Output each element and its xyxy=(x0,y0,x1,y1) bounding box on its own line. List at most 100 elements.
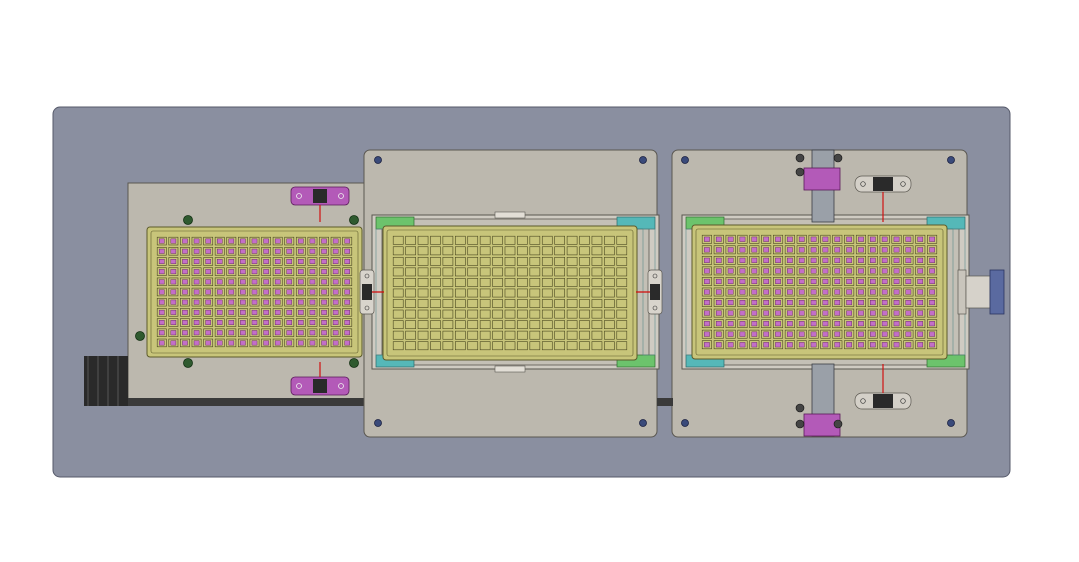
tray-cell-part xyxy=(858,247,864,253)
tray-cell-part xyxy=(309,289,316,295)
tray-cell-part xyxy=(182,238,188,244)
tray-cell xyxy=(492,288,503,298)
tray-cell xyxy=(417,278,429,287)
tray-cell-part xyxy=(704,236,710,242)
tray-cell xyxy=(579,288,590,298)
tray-cell xyxy=(430,267,441,277)
tray-cell-part xyxy=(263,289,269,295)
tray-cell-part xyxy=(917,300,924,306)
tray-cell-part xyxy=(251,330,258,336)
connector-bar xyxy=(657,398,673,406)
tray-cell-part xyxy=(205,299,211,305)
tray-cell-part xyxy=(321,299,327,305)
tray-cell-part xyxy=(763,342,769,348)
tray-cell-part xyxy=(810,321,817,327)
tray-cell-part xyxy=(810,342,817,348)
tray-cell-part xyxy=(332,309,339,315)
tray-cell-part xyxy=(240,289,246,295)
tray-cell xyxy=(479,299,491,308)
tray-cell-part xyxy=(798,289,805,295)
tray-cell-part xyxy=(834,321,841,327)
tray-cell-part xyxy=(787,300,793,306)
tray-cell-part xyxy=(775,247,781,253)
tray-cell-part xyxy=(205,289,211,295)
tray-cell-part xyxy=(881,331,888,337)
tray-cell-part xyxy=(881,321,888,327)
tray-cell-part xyxy=(344,340,350,346)
tray-cell-part xyxy=(298,320,304,325)
tray-cell-part xyxy=(775,257,781,263)
tray-cell xyxy=(430,299,441,308)
tray-cell-part xyxy=(159,259,165,264)
tray-cell-part xyxy=(263,340,269,346)
tray-cell xyxy=(591,246,603,256)
tray-cell-part xyxy=(193,289,200,295)
clip-center xyxy=(313,379,327,393)
tray-cell-part xyxy=(344,279,350,285)
tray-cell xyxy=(591,320,603,330)
tray-cell xyxy=(479,267,491,277)
tray-cell xyxy=(517,246,528,256)
screw-icon xyxy=(795,153,805,163)
tray-cell-part xyxy=(775,321,781,327)
tray-cell-part xyxy=(309,259,316,264)
tray-cell-part xyxy=(739,300,746,306)
tray-cell-part xyxy=(763,300,769,306)
tray-cell-part xyxy=(893,268,900,274)
tray-cell xyxy=(417,267,429,277)
tray-cell xyxy=(616,256,628,266)
bolt-icon xyxy=(639,156,647,164)
tray-cell-part xyxy=(205,309,211,315)
tray-cell-part xyxy=(787,342,793,348)
tray-cell-part xyxy=(274,320,281,325)
tray-cell-part xyxy=(170,238,177,244)
tray-cell-part xyxy=(286,289,293,295)
tray-cell xyxy=(504,267,516,277)
cad-drawing-svg xyxy=(52,106,1011,478)
tray-cell xyxy=(579,309,590,319)
tray-cell-part xyxy=(344,309,350,315)
clip-center xyxy=(313,189,327,203)
tray-cell-part xyxy=(286,299,293,305)
tray-cell-part xyxy=(170,259,177,264)
screw-icon xyxy=(833,153,843,163)
tray-cell-part xyxy=(798,342,805,348)
tray-cell-part xyxy=(834,331,841,337)
tray-cell-part xyxy=(298,299,304,305)
tray-cell-part xyxy=(917,278,924,284)
tray-cell xyxy=(467,320,479,330)
tray-cell-part xyxy=(751,236,758,242)
tray-cell xyxy=(442,278,454,287)
tray-cell xyxy=(517,278,528,287)
tray-cell xyxy=(405,309,416,319)
screw-icon xyxy=(833,419,843,429)
tray-cell xyxy=(604,330,615,340)
tray-cell-part xyxy=(715,268,722,274)
tray-cell xyxy=(467,235,479,245)
tray-cell-part xyxy=(216,279,223,285)
tray-cell-part xyxy=(858,257,864,263)
tray-cell-part xyxy=(309,299,316,305)
tray-cell-part xyxy=(286,309,293,315)
tray-cell-part xyxy=(298,279,304,285)
post-icon xyxy=(349,215,359,225)
tray-cell-part xyxy=(798,331,805,337)
tray-cell xyxy=(455,235,466,245)
tray-cell xyxy=(529,330,541,340)
tray-cell xyxy=(529,278,541,287)
tray-cell xyxy=(455,309,466,319)
tray-cell-part xyxy=(787,310,793,316)
tray-cell-part xyxy=(715,300,722,306)
tray-cell xyxy=(467,246,479,256)
tray-cell-part xyxy=(216,269,223,275)
bolt-icon xyxy=(947,156,955,164)
tray-cell xyxy=(417,341,429,351)
tray-cell xyxy=(554,256,565,266)
tray-cell-part xyxy=(193,340,200,346)
tray-cell-part xyxy=(240,309,246,315)
tray-cell xyxy=(504,341,516,351)
tray-cell-part xyxy=(321,320,327,325)
tray-cell xyxy=(430,320,441,330)
tray-cell-part xyxy=(205,238,211,244)
tray-cell xyxy=(455,267,466,277)
